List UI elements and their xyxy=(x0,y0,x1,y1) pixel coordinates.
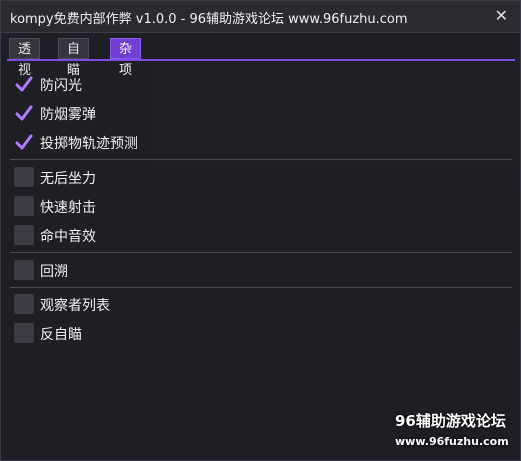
window-title: kompy免费内部作弊 v1.0.0 - 96辅助游戏论坛 www.96fuzh… xyxy=(10,12,408,27)
separator xyxy=(10,159,512,160)
tab-esp[interactable]: 透视 xyxy=(9,38,41,78)
separator xyxy=(10,287,512,288)
option-label: 反自瞄 xyxy=(40,327,82,343)
option-label: 观察者列表 xyxy=(40,298,110,314)
checkbox-hit-sound[interactable] xyxy=(14,225,34,245)
checkbox-spectator-list[interactable] xyxy=(14,294,34,314)
checkbox-rapid-fire[interactable] xyxy=(14,196,34,216)
forum-watermark: 96辅助游戏论坛 www.96fuzhu.com xyxy=(395,410,515,448)
option-label: 无后坐力 xyxy=(40,171,96,187)
tab-misc[interactable]: 杂项 xyxy=(110,38,142,78)
option-label: 命中音效 xyxy=(40,229,96,245)
checkbox-backtrack[interactable] xyxy=(14,260,34,280)
checkbox-anti-smoke[interactable] xyxy=(14,103,34,123)
checkbox-anti-flash[interactable] xyxy=(14,74,34,94)
option-label: 防闪光 xyxy=(40,78,82,94)
separator xyxy=(10,252,512,253)
cheat-menu-window: kompy免费内部作弊 v1.0.0 - 96辅助游戏论坛 www.96fuzh… xyxy=(0,0,521,461)
tab-underline xyxy=(7,59,515,61)
checkmark-icon xyxy=(15,76,33,92)
tab-aimbot[interactable]: 自瞄 xyxy=(58,38,90,78)
checkmark-icon xyxy=(15,105,33,121)
checkbox-anti-aim[interactable] xyxy=(14,323,34,343)
option-label: 投掷物轨迹预测 xyxy=(40,136,138,152)
checkbox-grenade-prediction[interactable] xyxy=(14,132,34,152)
close-icon[interactable]: ✕ xyxy=(495,6,508,25)
watermark-url: www.96fuzhu.com xyxy=(395,435,509,448)
option-label: 防烟雾弹 xyxy=(40,107,96,123)
title-bar[interactable]: kompy免费内部作弊 v1.0.0 - 96辅助游戏论坛 www.96fuzh… xyxy=(1,1,520,33)
checkbox-no-recoil[interactable] xyxy=(14,167,34,187)
checkmark-icon xyxy=(15,134,33,150)
option-label: 快速射击 xyxy=(40,200,96,216)
option-label: 回溯 xyxy=(40,264,68,280)
watermark-title: 96辅助游戏论坛 xyxy=(395,412,506,430)
